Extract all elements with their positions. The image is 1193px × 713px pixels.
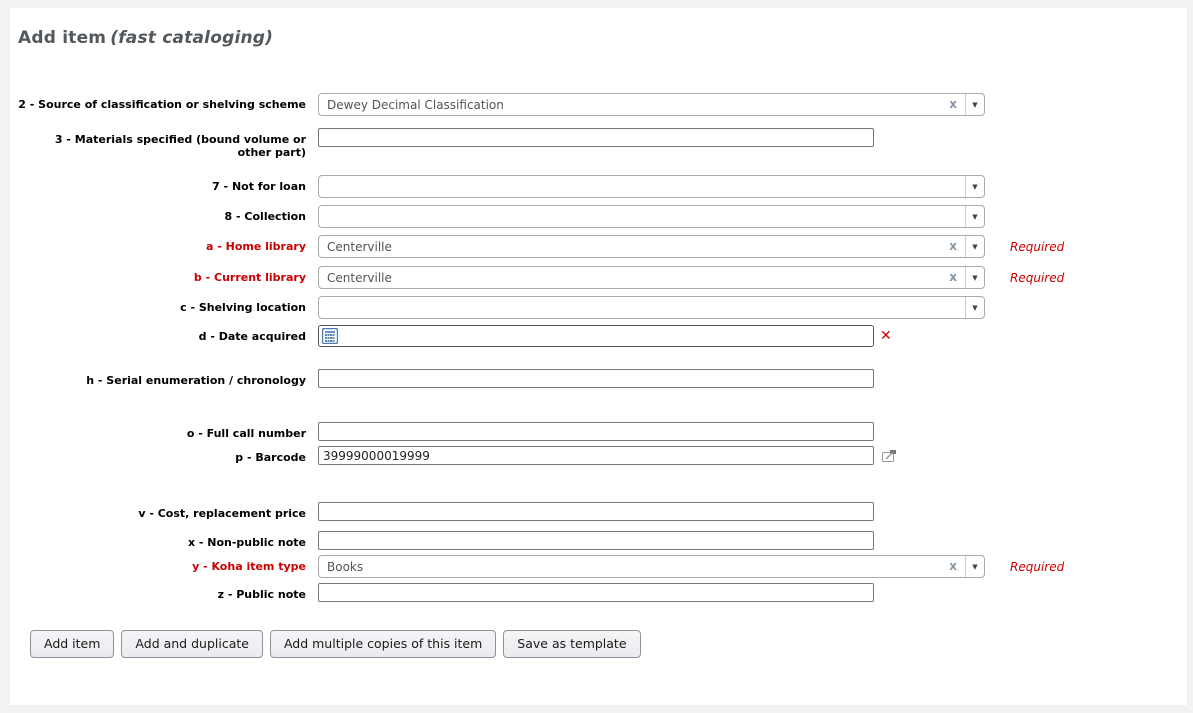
- select-b[interactable]: Centervillex▼: [318, 266, 985, 289]
- text-input-v[interactable]: [318, 502, 874, 521]
- form-row-y: y - Koha item typeBooksx▼ Required: [18, 555, 1187, 578]
- required-note: Required: [1010, 266, 1064, 285]
- required-note: Required: [1010, 555, 1064, 574]
- field-label-c: c - Shelving location: [18, 296, 318, 314]
- field-label-v: v - Cost, replacement price: [18, 502, 318, 520]
- form-row-7: 7 - Not for loan ▼: [18, 175, 1187, 198]
- select-value-y: Books: [319, 560, 941, 574]
- form-row-o: o - Full call number: [18, 422, 1187, 441]
- add-and-duplicate-button[interactable]: Add and duplicate: [121, 630, 263, 658]
- form-row-x: x - Non-public note: [18, 531, 1187, 550]
- clear-icon[interactable]: x: [941, 236, 965, 257]
- form-row-h: h - Serial enumeration / chronology: [18, 369, 1187, 388]
- select-value-2: Dewey Decimal Classification: [319, 98, 941, 112]
- select-value-a: Centerville: [319, 240, 941, 254]
- barcode-input[interactable]: [318, 446, 874, 465]
- select-a[interactable]: Centervillex▼: [318, 235, 985, 258]
- form-row-d: d - Date acquired ✕: [18, 325, 1187, 347]
- text-input-o[interactable]: [318, 422, 874, 441]
- clear-icon[interactable]: x: [941, 94, 965, 115]
- select-value-b: Centerville: [319, 271, 941, 285]
- field-label-a: a - Home library: [18, 235, 318, 253]
- form-row-8: 8 - Collection ▼: [18, 205, 1187, 228]
- select-c[interactable]: ▼: [318, 296, 985, 319]
- form-row-p: p - Barcode: [18, 446, 1187, 466]
- field-label-d: d - Date acquired: [18, 325, 318, 343]
- item-form: 2 - Source of classification or shelving…: [18, 93, 1187, 602]
- field-label-h: h - Serial enumeration / chronology: [18, 369, 318, 387]
- field-label-z: z - Public note: [18, 583, 318, 601]
- field-label-8: 8 - Collection: [18, 205, 318, 223]
- clear-icon[interactable]: x: [941, 556, 965, 577]
- page-title: Add item(fast cataloging): [18, 28, 1187, 48]
- text-input-h[interactable]: [318, 369, 874, 388]
- chevron-down-icon[interactable]: ▼: [965, 94, 984, 115]
- form-row-c: c - Shelving location ▼: [18, 296, 1187, 319]
- field-label-7: 7 - Not for loan: [18, 175, 318, 193]
- chevron-down-icon[interactable]: ▼: [965, 176, 984, 197]
- barcode-edit-wrapper[interactable]: [874, 446, 896, 466]
- save-as-template-button[interactable]: Save as template: [503, 630, 640, 658]
- form-row-3: 3 - Materials specified (bound volume or…: [18, 128, 1187, 159]
- page-title-text: Add item: [18, 28, 106, 48]
- remove-date-icon[interactable]: ✕: [880, 325, 892, 347]
- add-item-panel: Add item(fast cataloging) 2 - Source of …: [10, 8, 1187, 705]
- chevron-down-icon[interactable]: ▼: [965, 206, 984, 227]
- calendar-icon[interactable]: [322, 328, 338, 344]
- chevron-down-icon[interactable]: ▼: [965, 297, 984, 318]
- field-label-2: 2 - Source of classification or shelving…: [18, 93, 318, 111]
- add-item-button[interactable]: Add item: [30, 630, 114, 658]
- form-row-b: b - Current libraryCentervillex▼ Required: [18, 266, 1187, 289]
- form-row-v: v - Cost, replacement price: [18, 502, 1187, 521]
- date-acquired-field[interactable]: [318, 325, 874, 347]
- field-label-b: b - Current library: [18, 266, 318, 284]
- field-label-p: p - Barcode: [18, 446, 318, 464]
- required-note: Required: [1010, 235, 1064, 254]
- field-label-y: y - Koha item type: [18, 555, 318, 573]
- add-multiple-copies-of-this-item-button[interactable]: Add multiple copies of this item: [270, 630, 496, 658]
- form-row-2: 2 - Source of classification or shelving…: [18, 93, 1187, 116]
- select-8[interactable]: ▼: [318, 205, 985, 228]
- form-row-z: z - Public note: [18, 583, 1187, 602]
- text-input-3[interactable]: [318, 128, 874, 147]
- field-label-x: x - Non-public note: [18, 531, 318, 549]
- form-actions: Add itemAdd and duplicateAdd multiple co…: [30, 630, 1187, 658]
- select-y[interactable]: Booksx▼: [318, 555, 985, 578]
- page-title-suffix: (fast cataloging): [110, 28, 273, 48]
- field-label-o: o - Full call number: [18, 422, 318, 440]
- field-label-3: 3 - Materials specified (bound volume or…: [18, 128, 318, 159]
- chevron-down-icon[interactable]: ▼: [965, 556, 984, 577]
- chevron-down-icon[interactable]: ▼: [965, 236, 984, 257]
- form-row-a: a - Home libraryCentervillex▼ Required: [18, 235, 1187, 258]
- select-2[interactable]: Dewey Decimal Classificationx▼: [318, 93, 985, 116]
- select-7[interactable]: ▼: [318, 175, 985, 198]
- edit-icon[interactable]: [882, 450, 896, 462]
- clear-icon[interactable]: x: [941, 267, 965, 288]
- text-input-z[interactable]: [318, 583, 874, 602]
- chevron-down-icon[interactable]: ▼: [965, 267, 984, 288]
- text-input-x[interactable]: [318, 531, 874, 550]
- date-input[interactable]: [342, 327, 873, 345]
